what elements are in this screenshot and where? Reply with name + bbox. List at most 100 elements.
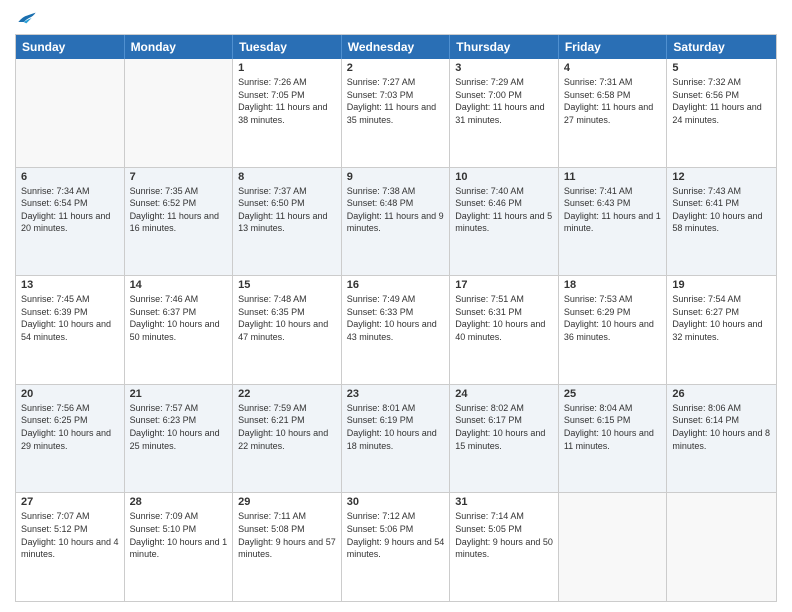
day-number: 2	[347, 62, 445, 74]
table-row: 30Sunrise: 7:12 AMSunset: 5:06 PMDayligh…	[342, 493, 451, 601]
daylight-hours: Daylight: 10 hours and 47 minutes.	[238, 318, 336, 343]
day-number: 13	[21, 279, 119, 291]
daylight-hours: Daylight: 11 hours and 16 minutes.	[130, 210, 228, 235]
table-row: 17Sunrise: 7:51 AMSunset: 6:31 PMDayligh…	[450, 276, 559, 384]
daylight-hours: Daylight: 10 hours and 18 minutes.	[347, 427, 445, 452]
table-row: 4 Sunrise: 7:31 AMSunset: 6:58 PMDaylight…	[559, 59, 668, 167]
sunrise: Sunrise: 7:46 AM	[130, 293, 228, 306]
calendar-row-1: 1 Sunrise: 7:26 AMSunset: 7:05 PMDaylight…	[16, 59, 776, 168]
table-row: 16Sunrise: 7:49 AMSunset: 6:33 PMDayligh…	[342, 276, 451, 384]
day-info: Sunrise: 7:46 AMSunset: 6:37 PMDaylight:…	[130, 293, 228, 343]
day-info: Sunrise: 7:59 AMSunset: 6:21 PMDaylight:…	[238, 402, 336, 452]
day-number: 4	[564, 62, 662, 74]
table-row: 24Sunrise: 8:02 AMSunset: 6:17 PMDayligh…	[450, 385, 559, 493]
daylight-hours: Daylight: 11 hours and 13 minutes.	[238, 210, 336, 235]
sunset: Sunset: 6:46 PM	[455, 197, 553, 210]
day-number: 11	[564, 171, 662, 183]
sunrise: Sunrise: 7:27 AM	[347, 76, 445, 89]
sunrise: Sunrise: 8:06 AM	[672, 402, 771, 415]
day-info: Sunrise: 8:04 AMSunset: 6:15 PMDaylight:…	[564, 402, 662, 452]
day-number: 29	[238, 496, 336, 508]
daylight-hours: Daylight: 11 hours and 20 minutes.	[21, 210, 119, 235]
sunrise: Sunrise: 7:38 AM	[347, 185, 445, 198]
sunset: Sunset: 6:39 PM	[21, 306, 119, 319]
sunset: Sunset: 7:05 PM	[238, 89, 336, 102]
calendar-header: SundayMondayTuesdayWednesdayThursdayFrid…	[16, 35, 776, 59]
sunrise: Sunrise: 7:59 AM	[238, 402, 336, 415]
sunset: Sunset: 6:14 PM	[672, 414, 771, 427]
table-row: 18Sunrise: 7:53 AMSunset: 6:29 PMDayligh…	[559, 276, 668, 384]
sunset: Sunset: 6:52 PM	[130, 197, 228, 210]
day-info: Sunrise: 7:26 AMSunset: 7:05 PMDaylight:…	[238, 76, 336, 126]
sunrise: Sunrise: 8:01 AM	[347, 402, 445, 415]
day-info: Sunrise: 7:12 AMSunset: 5:06 PMDaylight:…	[347, 510, 445, 560]
day-number: 8	[238, 171, 336, 183]
logo-bird-icon	[17, 10, 37, 26]
daylight-hours: Daylight: 10 hours and 32 minutes.	[672, 318, 771, 343]
sunrise: Sunrise: 7:51 AM	[455, 293, 553, 306]
day-of-week-saturday: Saturday	[667, 35, 776, 59]
day-of-week-tuesday: Tuesday	[233, 35, 342, 59]
sunrise: Sunrise: 7:56 AM	[21, 402, 119, 415]
sunrise: Sunrise: 7:41 AM	[564, 185, 662, 198]
daylight-hours: Daylight: 11 hours and 27 minutes.	[564, 101, 662, 126]
day-info: Sunrise: 7:27 AMSunset: 7:03 PMDaylight:…	[347, 76, 445, 126]
day-number: 18	[564, 279, 662, 291]
sunset: Sunset: 5:08 PM	[238, 523, 336, 536]
sunset: Sunset: 6:41 PM	[672, 197, 771, 210]
sunrise: Sunrise: 7:31 AM	[564, 76, 662, 89]
header	[15, 10, 777, 26]
table-row: 22Sunrise: 7:59 AMSunset: 6:21 PMDayligh…	[233, 385, 342, 493]
sunrise: Sunrise: 7:37 AM	[238, 185, 336, 198]
table-row: 2 Sunrise: 7:27 AMSunset: 7:03 PMDaylight…	[342, 59, 451, 167]
day-number: 24	[455, 388, 553, 400]
sunset: Sunset: 6:23 PM	[130, 414, 228, 427]
daylight-hours: Daylight: 11 hours and 5 minutes.	[455, 210, 553, 235]
sunset: Sunset: 6:33 PM	[347, 306, 445, 319]
day-of-week-thursday: Thursday	[450, 35, 559, 59]
sunrise: Sunrise: 7:43 AM	[672, 185, 771, 198]
table-row: 27Sunrise: 7:07 AMSunset: 5:12 PMDayligh…	[16, 493, 125, 601]
sunset: Sunset: 7:00 PM	[455, 89, 553, 102]
day-number: 7	[130, 171, 228, 183]
table-row: 8 Sunrise: 7:37 AMSunset: 6:50 PMDaylight…	[233, 168, 342, 276]
day-number: 1	[238, 62, 336, 74]
sunset: Sunset: 6:58 PM	[564, 89, 662, 102]
sunset: Sunset: 6:35 PM	[238, 306, 336, 319]
day-info: Sunrise: 7:45 AMSunset: 6:39 PMDaylight:…	[21, 293, 119, 343]
day-info: Sunrise: 7:48 AMSunset: 6:35 PMDaylight:…	[238, 293, 336, 343]
table-row: 9Sunrise: 7:38 AMSunset: 6:48 PMDaylight…	[342, 168, 451, 276]
logo	[15, 10, 37, 26]
day-info: Sunrise: 7:32 AMSunset: 6:56 PMDaylight:…	[672, 76, 771, 126]
day-number: 23	[347, 388, 445, 400]
day-number: 21	[130, 388, 228, 400]
day-number: 6	[21, 171, 119, 183]
day-info: Sunrise: 7:38 AMSunset: 6:48 PMDaylight:…	[347, 185, 445, 235]
sunset: Sunset: 5:12 PM	[21, 523, 119, 536]
day-info: Sunrise: 7:37 AMSunset: 6:50 PMDaylight:…	[238, 185, 336, 235]
day-of-week-wednesday: Wednesday	[342, 35, 451, 59]
table-row: 26Sunrise: 8:06 AMSunset: 6:14 PMDayligh…	[667, 385, 776, 493]
day-info: Sunrise: 7:41 AMSunset: 6:43 PMDaylight:…	[564, 185, 662, 235]
daylight-hours: Daylight: 10 hours and 15 minutes.	[455, 427, 553, 452]
day-info: Sunrise: 7:54 AMSunset: 6:27 PMDaylight:…	[672, 293, 771, 343]
daylight-hours: Daylight: 10 hours and 58 minutes.	[672, 210, 771, 235]
calendar-body: 1 Sunrise: 7:26 AMSunset: 7:05 PMDaylight…	[16, 59, 776, 601]
sunrise: Sunrise: 7:40 AM	[455, 185, 553, 198]
table-row: 31Sunrise: 7:14 AMSunset: 5:05 PMDayligh…	[450, 493, 559, 601]
page: SundayMondayTuesdayWednesdayThursdayFrid…	[0, 0, 792, 612]
day-info: Sunrise: 7:35 AMSunset: 6:52 PMDaylight:…	[130, 185, 228, 235]
daylight-hours: Daylight: 11 hours and 38 minutes.	[238, 101, 336, 126]
table-row: 14Sunrise: 7:46 AMSunset: 6:37 PMDayligh…	[125, 276, 234, 384]
sunrise: Sunrise: 7:09 AM	[130, 510, 228, 523]
day-info: Sunrise: 7:14 AMSunset: 5:05 PMDaylight:…	[455, 510, 553, 560]
day-number: 10	[455, 171, 553, 183]
daylight-hours: Daylight: 10 hours and 29 minutes.	[21, 427, 119, 452]
sunrise: Sunrise: 7:12 AM	[347, 510, 445, 523]
table-row: 21Sunrise: 7:57 AMSunset: 6:23 PMDayligh…	[125, 385, 234, 493]
day-of-week-friday: Friday	[559, 35, 668, 59]
sunrise: Sunrise: 7:07 AM	[21, 510, 119, 523]
table-row: 3Sunrise: 7:29 AMSunset: 7:00 PMDaylight…	[450, 59, 559, 167]
day-number: 20	[21, 388, 119, 400]
calendar: SundayMondayTuesdayWednesdayThursdayFrid…	[15, 34, 777, 602]
